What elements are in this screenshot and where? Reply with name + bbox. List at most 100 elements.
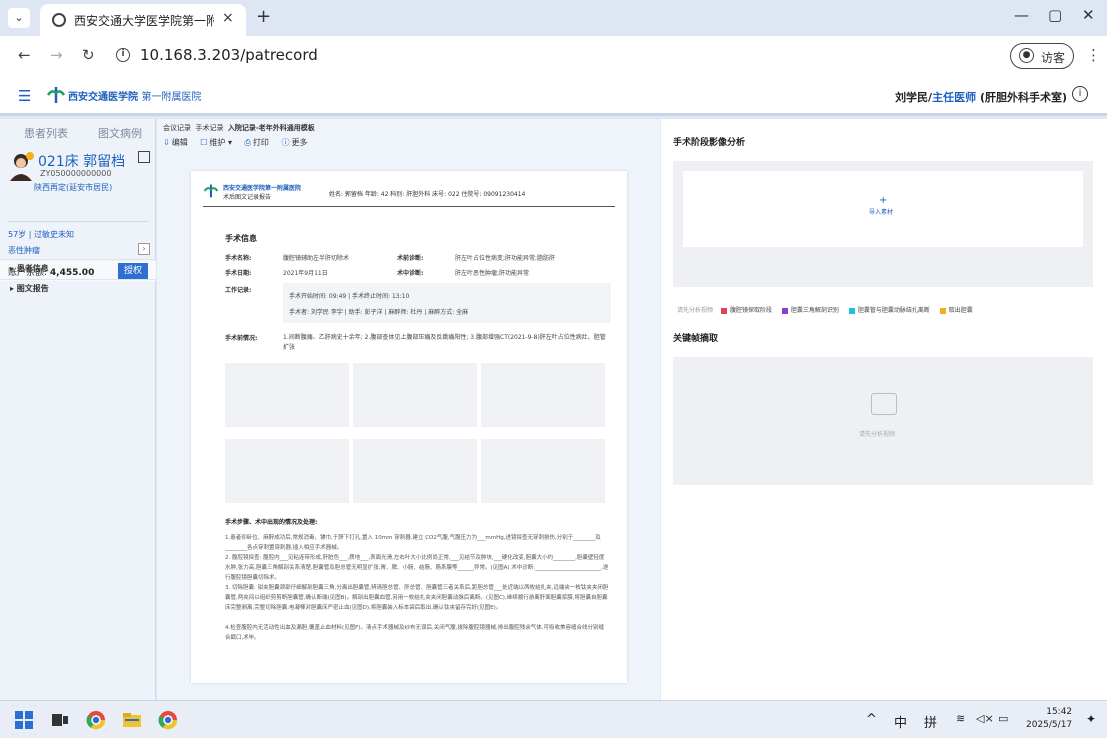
hospital-logo-icon	[46, 87, 66, 103]
url-text: 10.168.3.203/patrecord	[140, 46, 318, 64]
legend-item: 胆囊管与胆囊动脉结扎离断	[848, 305, 930, 314]
site-info-icon[interactable]: i	[116, 48, 130, 62]
notification-icon[interactable]: ✦	[1086, 712, 1096, 726]
chevron-right-icon[interactable]: ›	[138, 243, 150, 255]
tab-search-icon[interactable]: ⌄	[8, 8, 30, 28]
chrome-icon[interactable]	[86, 710, 106, 730]
tab-patient-list[interactable]: 患者列表	[24, 125, 68, 141]
stage-legend: 请先分析视频 腹腔镜探取阶段 胆囊三角解剖识别 胆囊管与胆囊动脉结扎离断 取出胆…	[677, 305, 981, 314]
image-slot[interactable]	[481, 439, 605, 503]
volume-icon[interactable]: ◁×	[976, 712, 994, 725]
browser-tab[interactable]: 西安交通大学医学院第一附属医 ×	[40, 4, 246, 36]
reload-button[interactable]: ↻	[82, 46, 95, 64]
hospital-logo-icon	[203, 184, 219, 198]
pre-diagnosis-value: 肝左叶占位性病变;肝功能异常;脂肪肝	[455, 255, 556, 262]
import-box: + 导入素材	[673, 161, 1093, 287]
user-role[interactable]: 主任医师	[932, 91, 976, 104]
file-explorer-icon[interactable]	[122, 710, 142, 730]
image-slot[interactable]	[225, 439, 349, 503]
record-tabs: 会议记录 手术记录 入院记录-老年外科通用模板	[163, 123, 315, 133]
task-view-icon[interactable]	[50, 710, 70, 730]
keyframe-box: 请先分析视频	[673, 357, 1093, 485]
plus-icon: +	[879, 195, 888, 206]
favicon-icon	[52, 13, 66, 27]
info-icon[interactable]: i	[1072, 86, 1088, 102]
report-org: 西安交通医学院第一附属医院	[223, 185, 302, 192]
legend-label: 腹腔镜探取阶段	[729, 307, 772, 314]
tab-image-records[interactable]: 图文病例	[98, 125, 142, 141]
image-slot[interactable]	[225, 363, 349, 427]
record-tab-surgery[interactable]: 手术记录	[195, 124, 223, 132]
print-button[interactable]: ⎙ 打印	[245, 137, 269, 148]
step-paragraph: 4.检查腹腔内无活动性出血及漏胆,覆盖止血材料(见图F)。清点手术器械及纱布无误…	[225, 625, 604, 641]
surgery-name-label: 手术名称:	[225, 255, 252, 262]
tab-close-icon[interactable]: ×	[222, 10, 234, 26]
edit-button[interactable]: ⇩ 编辑	[163, 137, 188, 148]
record-tab-admission[interactable]: 入院记录-老年外科通用模板	[228, 124, 315, 132]
legend-item: 胆囊三角解剖识别	[781, 305, 839, 314]
restore-button[interactable]: ▢	[1048, 6, 1062, 24]
patient-meta: 姓名: 郭留档 年龄: 42 科别: 肝胆外科 床号: 022 住院号: 090…	[329, 191, 526, 198]
window-close-button[interactable]: ✕	[1082, 6, 1095, 24]
surgery-date-label: 手术日期:	[225, 270, 252, 277]
person-icon: ●	[1019, 48, 1034, 63]
clock[interactable]: 15:42 2025/5/17	[1026, 706, 1072, 732]
patient-avatar	[10, 152, 34, 181]
surgery-date-value: 2021年9月11日	[283, 270, 328, 277]
inbox-icon	[871, 393, 897, 415]
import-label: 导入素材	[869, 209, 894, 216]
patient-id: ZY050000000000	[40, 169, 112, 178]
maintain-label: 维护 ▾	[209, 138, 232, 147]
patient-age-allergy[interactable]: 57岁 | 过敏史未知	[8, 229, 74, 240]
more-button[interactable]: ⓘ 更多	[281, 137, 307, 148]
back-button[interactable]: ←	[18, 46, 31, 64]
legend-swatch	[781, 307, 788, 314]
sidebar-item-image-report[interactable]: ▸ 图文报告	[0, 279, 156, 297]
import-dropzone[interactable]: + 导入素材	[683, 171, 1083, 247]
step-paragraph: 3. 切除胆囊: 钳夹胆囊颈部仔细解剖胆囊三角,分离出胆囊管,辨清胆总管、肝总管…	[225, 585, 609, 611]
legend-hint: 请先分析视频	[677, 307, 714, 314]
legend-swatch	[720, 307, 727, 314]
surgery-steps: 1.患者仰卧位、麻醉成功后,常规消毒、铺巾,于脐下打孔,置入 10mm 穿刺器,…	[225, 533, 609, 643]
step-paragraph: 2. 腹腔镜探查: 腹腔内___见粘连带形成,肝脏色___,质地___,表面光滑…	[225, 555, 609, 581]
image-slot[interactable]	[353, 439, 477, 503]
new-tab-button[interactable]: +	[256, 6, 271, 27]
guest-profile-button[interactable]: ● 访客	[1010, 43, 1074, 69]
print-label: 打印	[252, 138, 269, 147]
windows-start-icon[interactable]	[14, 710, 34, 730]
info-circle-icon: ⓘ	[281, 138, 290, 147]
hospital-name: 西安交通医学院 第一附属医院	[68, 88, 201, 103]
legend-swatch	[848, 307, 855, 314]
more-label: 更多	[291, 138, 308, 147]
tray-chevron-icon[interactable]: ^	[866, 712, 877, 727]
maintain-button[interactable]: ☐ 维护 ▾	[200, 137, 232, 148]
ime-mode[interactable]: 中	[894, 712, 907, 731]
legend-label: 胆囊管与胆囊动脉结扎离断	[857, 307, 930, 314]
minimize-button[interactable]: —	[1014, 6, 1029, 24]
chrome-active-icon[interactable]	[158, 710, 178, 730]
image-grid	[225, 363, 605, 513]
forward-button[interactable]: →	[50, 46, 63, 64]
record-tab-meeting[interactable]: 会议记录	[163, 124, 191, 132]
patient-bed-name: 021床 郭留档	[38, 154, 126, 170]
legend-item: 腹腔镜探取阶段	[720, 305, 772, 314]
ime-pinyin[interactable]: 拼	[924, 712, 937, 731]
image-slot[interactable]	[353, 363, 477, 427]
hospital-name-main: 西安交通医学院	[68, 92, 138, 103]
browser-tab-bar: ⌄ 西安交通大学医学院第一附属医 × + — ▢ ✕	[0, 0, 1107, 36]
work-record-label: 工作记录:	[225, 287, 252, 294]
document-area: 会议记录 手术记录 入院记录-老年外科通用模板 ⇩ 编辑 ☐ 维护 ▾ ⎙ 打印 ⓘ 更…	[157, 119, 660, 700]
wifi-icon[interactable]: ≋	[956, 712, 965, 725]
browser-menu-icon[interactable]: ⋮	[1086, 46, 1101, 64]
legend-label: 胆囊三角解剖识别	[790, 307, 839, 314]
menu-icon[interactable]: ☰	[18, 87, 31, 105]
sidebar-item-patient-info[interactable]: ▸ 患者信息	[0, 259, 156, 277]
url-field[interactable]: i 10.168.3.203/patrecord	[110, 44, 1010, 68]
sidebar-item-label: ▸ 图文报告	[10, 284, 49, 293]
edit-label: 编辑	[171, 138, 188, 147]
image-slot[interactable]	[481, 363, 605, 427]
sidebar-item-label: ▸ 患者信息	[10, 264, 49, 273]
battery-icon[interactable]: ▭	[998, 712, 1008, 725]
edit-icon[interactable]	[138, 151, 150, 163]
step-paragraph: 1.患者仰卧位、麻醉成功后,常规消毒、铺巾,于脐下打孔,置入 10mm 穿刺器,…	[225, 535, 601, 551]
